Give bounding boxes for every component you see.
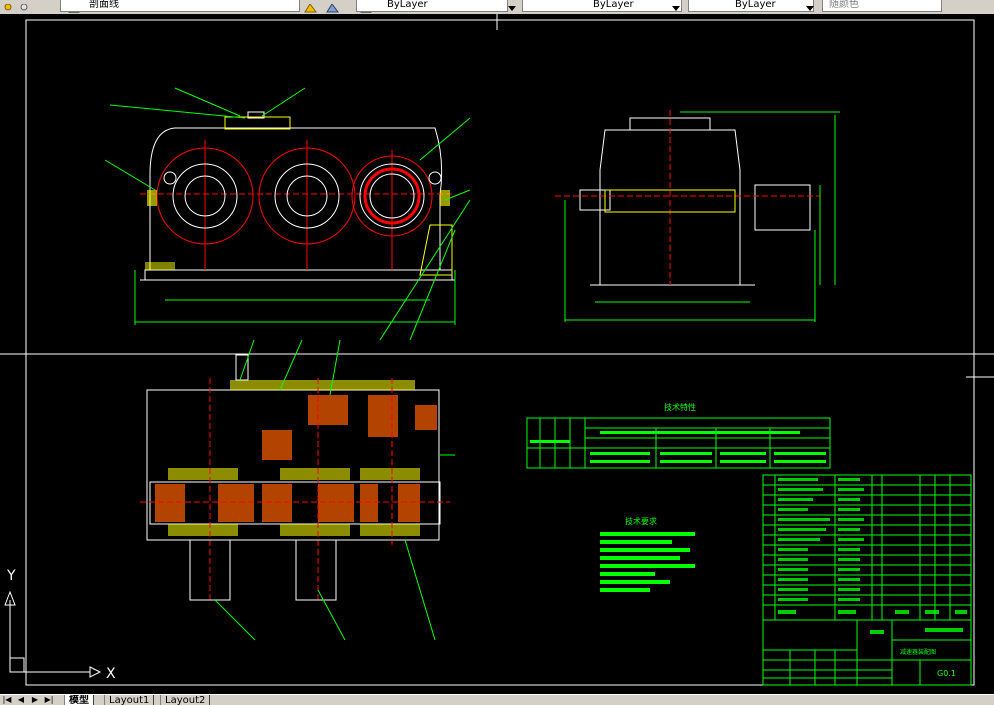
layer-previous-icon[interactable] (326, 0, 339, 13)
cad-drawing: 技术特性 技术要求 减速器装配图 G0.1 Y X (0, 14, 994, 686)
layer-state-icon[interactable] (2, 0, 15, 11)
tech-params-table: 技术特性 (526, 402, 831, 469)
layer-dropdown[interactable]: 剖面线 (60, 0, 300, 12)
ucs-y-label: Y (6, 568, 16, 584)
make-layer-current-icon[interactable] (304, 0, 317, 13)
lineweight-control-dropdown[interactable]: ByLayer (688, 0, 814, 12)
drawing-number: G0.1 (937, 669, 956, 678)
layer-name: 剖面线 (89, 0, 119, 10)
ucs-x-label: X (106, 666, 116, 682)
dropdown-arrow-icon[interactable] (506, 0, 519, 11)
front-view (104, 87, 471, 341)
dropdown-arrow-icon[interactable] (804, 0, 817, 11)
tech-requirements: 技术要求 (600, 516, 695, 592)
ucs-icon (4, 590, 102, 678)
plotstyle-control-dropdown[interactable]: 随颜色 (822, 0, 942, 12)
properties-toolbar: 剖面线 ByLayer ByLayer ByLayer 随颜色 (0, 0, 994, 15)
layout-tabs-bar: |◀ ◀ ▶ ▶| 模型 Layout1 Layout2 (0, 694, 994, 705)
plotstyle-control-value: 随颜色 (829, 0, 859, 10)
layer-freeze-icon[interactable] (18, 0, 31, 11)
model-space-canvas[interactable]: 技术特性 技术要求 减速器装配图 G0.1 Y X (0, 14, 994, 694)
tech-params-title: 技术特性 (664, 402, 696, 412)
side-view (555, 110, 840, 322)
lineweight-control-value: ByLayer (735, 0, 776, 10)
color-control-value: ByLayer (387, 0, 428, 10)
linetype-control-value: ByLayer (593, 0, 634, 10)
assembly-title: 减速器装配图 (900, 648, 936, 656)
tech-requirements-title: 技术要求 (625, 516, 657, 526)
color-control-dropdown[interactable]: ByLayer (356, 0, 508, 12)
linetype-control-dropdown[interactable]: ByLayer (522, 0, 682, 12)
dropdown-arrow-icon[interactable] (670, 0, 683, 11)
top-section-view (140, 339, 455, 641)
